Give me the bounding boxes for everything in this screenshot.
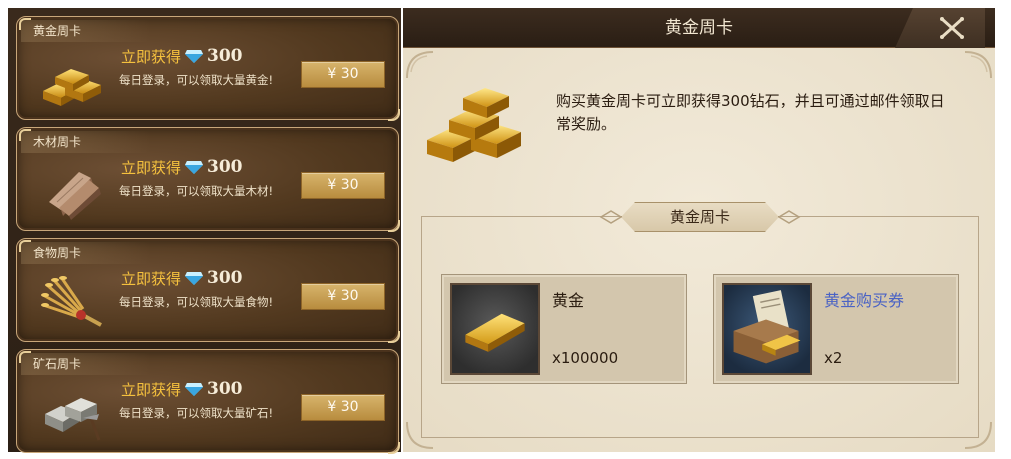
gain-value: 300 <box>207 157 243 177</box>
buy-button[interactable]: ¥ 30 <box>301 394 385 421</box>
card-corner-ornament <box>388 220 400 232</box>
wheat-icon <box>41 276 102 327</box>
weekly-card-list: 黄金周卡 立即获得 300 每日登录，可以领取大量黄金! ¥ 30 木材周卡 立… <box>8 8 401 454</box>
banner-wing-right-icon <box>779 210 801 224</box>
gain-label: 立即获得 <box>121 380 182 399</box>
diamond-icon <box>185 50 204 63</box>
card-description: 每日登录，可以领取大量矿石! <box>119 406 274 420</box>
weekly-card-gold[interactable]: 黄金周卡 立即获得 300 每日登录，可以领取大量黄金! ¥ 30 <box>16 16 400 121</box>
reward-name: 黄金购买券 <box>824 291 905 310</box>
card-detail-description: 购买黄金周卡可立即获得300钻石，并且可通过邮件领取日常奖励。 <box>556 92 945 133</box>
instant-gain-row: 立即获得 300 <box>121 45 243 67</box>
detail-header: 黄金周卡 <box>403 8 995 48</box>
rewards-section-title: 黄金周卡 <box>621 202 779 232</box>
card-title: 木材周卡 <box>19 129 151 153</box>
instant-gain-row: 立即获得 300 <box>121 156 243 178</box>
ore-stones-icon <box>45 398 101 441</box>
reward-image <box>722 283 812 375</box>
card-title: 黄金周卡 <box>19 18 151 42</box>
diamond-icon <box>185 383 204 396</box>
reward-image <box>450 283 540 375</box>
card-description: 每日登录，可以领取大量黄金! <box>119 73 274 87</box>
weekly-card-wood[interactable]: 木材周卡 立即获得 300 每日登录，可以领取大量木材! ¥ 30 <box>16 127 400 232</box>
reward-quantity: x2 <box>824 349 843 367</box>
buy-button[interactable]: ¥ 30 <box>301 61 385 88</box>
buy-button[interactable]: ¥ 30 <box>301 283 385 310</box>
card-title: 食物周卡 <box>19 240 151 264</box>
reward-item-gold[interactable]: 黄金 x100000 <box>441 274 687 384</box>
gain-value: 300 <box>207 379 243 399</box>
card-corner-ornament <box>388 109 400 121</box>
gain-label: 立即获得 <box>121 47 182 66</box>
gold-bars-icon <box>427 88 521 162</box>
buy-button[interactable]: ¥ 30 <box>301 172 385 199</box>
reward-item-gold-voucher[interactable]: 黄金购买券 x2 <box>713 274 959 384</box>
detail-content: 购买黄金周卡可立即获得300钻石，并且可通过邮件领取日常奖励。 黄金周卡 黄金 … <box>403 48 995 452</box>
weekly-card-food[interactable]: 食物周卡 立即获得 300 每日登录，可以领取大量食物! ¥ 30 <box>16 238 400 343</box>
instant-gain-row: 立即获得 300 <box>121 267 243 289</box>
card-description: 每日登录，可以领取大量食物! <box>119 295 274 309</box>
weekly-card-ore[interactable]: 矿石周卡 立即获得 300 每日登录，可以领取大量矿石! ¥ 30 <box>16 349 400 454</box>
gain-label: 立即获得 <box>121 269 182 288</box>
gain-label: 立即获得 <box>121 158 182 177</box>
close-icon <box>940 17 964 39</box>
wood-planks-icon <box>49 172 101 220</box>
reward-quantity: x100000 <box>552 349 619 367</box>
card-detail-panel: 黄金周卡 购买黄金周卡可立即获得300钻石，并且可通过邮件领取日常奖励。 黄金周… <box>403 8 995 452</box>
gold-bars-icon <box>43 69 101 106</box>
card-corner-ornament <box>388 331 400 343</box>
gain-value: 300 <box>207 268 243 288</box>
banner-wing-left-icon <box>599 210 621 224</box>
card-title: 矿石周卡 <box>19 351 151 375</box>
gain-value: 300 <box>207 46 243 66</box>
instant-gain-row: 立即获得 300 <box>121 378 243 400</box>
gold-ingot-icon <box>465 313 525 352</box>
diamond-icon <box>185 272 204 285</box>
corner-ornament-icon <box>964 51 992 79</box>
card-description: 每日登录，可以领取大量木材! <box>119 184 274 198</box>
corner-ornament-icon <box>406 51 434 79</box>
reward-name: 黄金 <box>552 291 585 310</box>
diamond-icon <box>185 161 204 174</box>
card-corner-ornament <box>388 442 400 454</box>
gold-voucher-icon <box>733 290 801 364</box>
